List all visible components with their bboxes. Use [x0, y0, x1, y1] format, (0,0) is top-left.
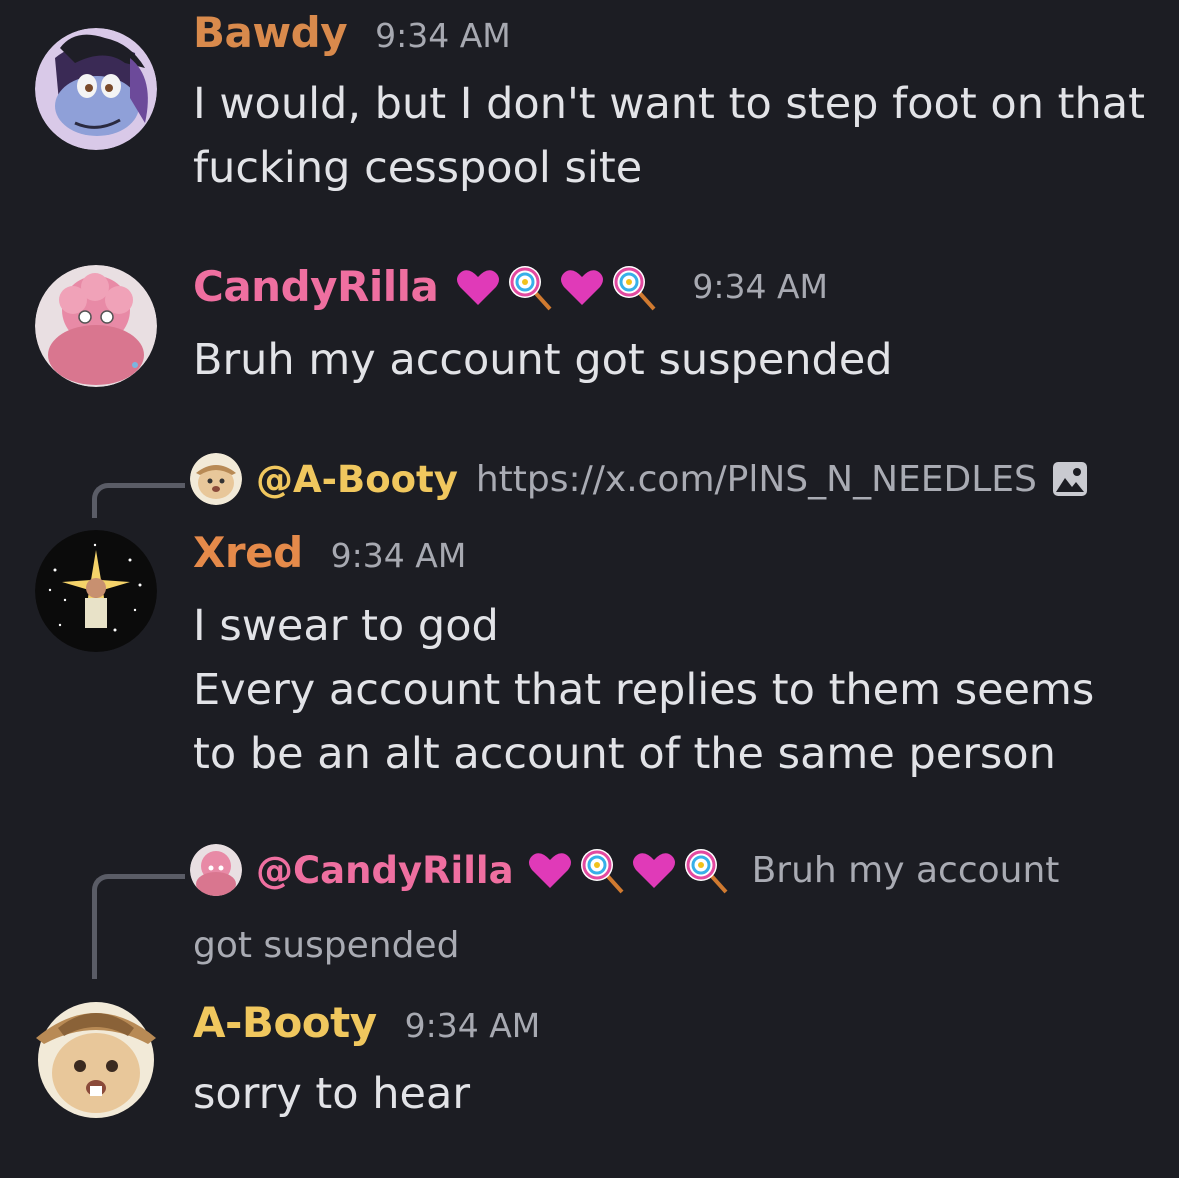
- avatar-a-booty[interactable]: [28, 988, 164, 1124]
- pink-heart-emoji-icon: [454, 263, 502, 311]
- avatar-xred[interactable]: [35, 530, 157, 652]
- pink-heart-emoji-icon: [630, 846, 678, 894]
- message-timestamp: 9:34 AM: [330, 536, 467, 575]
- lollipop-emoji-icon: [506, 263, 554, 311]
- reply-avatar-candyrilla: [190, 844, 242, 896]
- lollipop-emoji-icon: [682, 846, 730, 894]
- message-timestamp: 9:34 AM: [692, 267, 829, 306]
- message-text: Bruh my account got suspended: [193, 335, 893, 385]
- avatar-bawdy[interactable]: [35, 28, 157, 150]
- reply-preview[interactable]: @A-Booty https://x.com/PlNS_N_NEEDLES: [190, 453, 1089, 505]
- author-name[interactable]: Xred: [193, 528, 303, 577]
- reply-connector-line: [92, 874, 185, 979]
- message-line: to be an alt account of the same person: [193, 729, 1056, 779]
- message-timestamp: 9:34 AM: [375, 16, 511, 55]
- message-text: I swear to god Every account that replie…: [193, 594, 1153, 786]
- author-name[interactable]: CandyRilla: [193, 262, 439, 311]
- message-timestamp: 9:34 AM: [404, 1006, 541, 1045]
- message-line: I swear to god: [193, 601, 499, 651]
- reply-preview[interactable]: @CandyRilla Bruh my account: [190, 844, 1059, 896]
- reply-preview-text: Bruh my account: [751, 849, 1060, 891]
- image-icon: [1051, 460, 1089, 498]
- lollipop-emoji-icon: [610, 263, 658, 311]
- reply-avatar-a-booty: [190, 453, 242, 505]
- message-text: sorry to hear: [193, 1069, 471, 1119]
- lollipop-emoji-icon: [578, 846, 626, 894]
- author-name[interactable]: Bawdy: [193, 8, 348, 57]
- author-name[interactable]: A-Booty: [193, 998, 377, 1047]
- message-line: Every account that replies to them seems: [193, 665, 1095, 715]
- pink-heart-emoji-icon: [526, 846, 574, 894]
- pink-heart-emoji-icon: [558, 263, 606, 311]
- reply-mention[interactable]: @A-Booty: [256, 458, 458, 501]
- avatar-candyrilla[interactable]: [35, 265, 157, 387]
- message-text: I would, but I don't want to step foot o…: [193, 79, 1145, 193]
- reply-mention[interactable]: @CandyRilla: [256, 849, 514, 892]
- reply-preview-text-continued: got suspended: [193, 925, 460, 966]
- reply-preview-text: https://x.com/PlNS_N_NEEDLES: [475, 458, 1037, 500]
- reply-connector-line: [92, 483, 185, 518]
